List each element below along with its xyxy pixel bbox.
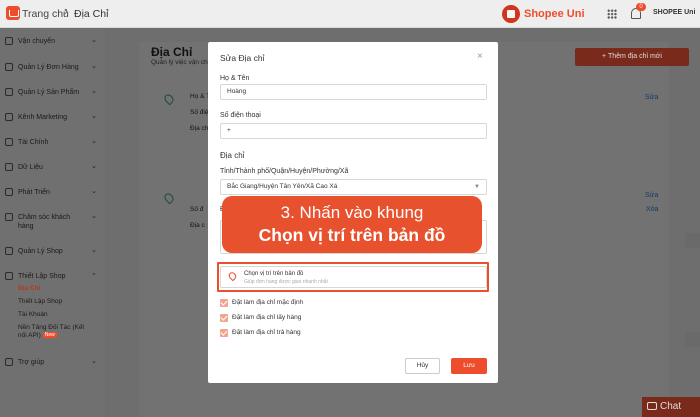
- breadcrumb-home[interactable]: Trang chủ: [22, 8, 69, 20]
- chevron-down-icon: ⌄: [91, 88, 97, 95]
- address-row-address: Địa c: [190, 222, 205, 229]
- sidebar-item-label: Trợ giúp: [18, 359, 45, 366]
- return-address-label: Đặt làm địa chỉ trả hàng: [232, 329, 301, 336]
- sidebar-subitem-address[interactable]: Địa Chỉ: [18, 285, 100, 293]
- chevron-up-icon: ⌄: [91, 271, 97, 278]
- chevron-down-icon: ⌄: [91, 138, 97, 145]
- sidebar-item-customer-care[interactable]: Chăm sóc khách hàng ⌄: [5, 212, 101, 232]
- help-icon: [5, 358, 13, 366]
- sidebar-item-label: Phát Triển: [18, 189, 50, 196]
- tutorial-callout: 3. Nhấn vào khung Chọn vị trí trên bản đ…: [222, 196, 482, 253]
- settings-icon: [5, 272, 13, 280]
- sidebar-item-label: Vận chuyển: [18, 38, 55, 45]
- sidebar-item-label: Kênh Marketing: [18, 114, 68, 121]
- address-row-address: Địa chỉ: [190, 125, 210, 132]
- page-title: Địa Chỉ: [151, 45, 193, 59]
- sidebar-item-label: Thiết Lập Shop: [18, 273, 66, 280]
- sidebar-item-shop-settings[interactable]: Thiết Lập Shop ⌄: [5, 271, 101, 285]
- shop-icon: [5, 247, 13, 255]
- edit-address-link[interactable]: Sửa: [645, 94, 658, 101]
- growth-icon: [5, 188, 13, 196]
- chevron-down-icon: ⌄: [91, 213, 97, 220]
- cancel-button[interactable]: Hủy: [405, 358, 440, 374]
- sidebar-item-label: Tài Chính: [18, 139, 49, 146]
- sidebar-item-growth[interactable]: Phát Triển ⌄: [5, 187, 101, 201]
- address-row-phone: Số đ: [190, 206, 204, 213]
- sidebar-item-marketing[interactable]: Kênh Marketing ⌄: [5, 112, 101, 126]
- page-subtitle: Quản lý việc vận ch: [151, 59, 208, 66]
- default-address-checkbox[interactable]: [220, 299, 228, 307]
- sidebar-item-shop-management[interactable]: Quản Lý Shop ⌄: [5, 246, 101, 260]
- name-field[interactable]: Hoàng: [220, 84, 487, 100]
- chat-icon: [647, 402, 657, 410]
- shopee-home-icon[interactable]: [6, 6, 20, 20]
- sidebar-item-finance[interactable]: Tài Chính ⌄: [5, 137, 101, 151]
- new-badge: New: [42, 332, 57, 339]
- sidebar-subitem-account[interactable]: Tài Khoản: [18, 311, 100, 319]
- chevron-down-icon: ⌄: [91, 163, 97, 170]
- sidebar-item-label: Quản Lý Sản Phẩm: [18, 89, 80, 96]
- chevron-down-icon: ⌄: [91, 63, 97, 70]
- truck-icon: [5, 37, 13, 45]
- shopee-uni-logo-icon[interactable]: [502, 5, 520, 23]
- region-select-value: Bắc Giang/Huyện Tân Yên/Xã Cao Xá: [227, 183, 338, 190]
- sidebar-item-data[interactable]: Dữ Liệu ⌄: [5, 162, 101, 176]
- sidebar-item-help[interactable]: Trợ giúp ⌄: [5, 357, 101, 371]
- chevron-down-icon: ⌄: [91, 37, 97, 44]
- sidebar-item-label: Chăm sóc khách hàng: [18, 214, 71, 230]
- sidebar-item-label: Quản Lý Shop: [18, 248, 63, 255]
- sidebar-item-label: Dữ Liệu: [18, 164, 43, 171]
- sidebar-item-products[interactable]: Quản Lý Sản Phẩm ⌄: [5, 87, 101, 101]
- pickup-address-label: Đặt làm địa chỉ lấy hàng: [232, 314, 302, 321]
- chevron-down-icon: ⌄: [91, 113, 97, 120]
- floating-support-icon[interactable]: [685, 332, 700, 347]
- modal-title: Sửa Địa chỉ: [220, 53, 265, 63]
- chevron-down-icon: ⌄: [91, 188, 97, 195]
- phone-field[interactable]: +: [220, 123, 487, 139]
- bag-icon: [5, 88, 13, 96]
- sidebar-subitem-shop-settings[interactable]: Thiết Lập Shop: [18, 298, 100, 306]
- support-icon: [5, 213, 13, 221]
- breadcrumb-current: Địa Chỉ: [74, 8, 109, 20]
- save-button[interactable]: Lưu: [451, 358, 487, 374]
- notification-count-badge: 0: [636, 3, 646, 11]
- user-account-menu[interactable]: SHOPEE Uni: [653, 9, 695, 16]
- chevron-down-icon: ⌄: [91, 358, 97, 365]
- shopee-uni-link[interactable]: Shopee Uni: [524, 8, 585, 20]
- region-select[interactable]: Bắc Giang/Huyện Tân Yên/Xã Cao Xá ▼: [220, 179, 487, 195]
- apps-grid-icon[interactable]: [607, 9, 617, 19]
- sidebar-subitem-partner-platform[interactable]: Nền Tảng Đối Tác (Kết nối API) New: [18, 324, 90, 340]
- wallet-icon: [5, 138, 13, 146]
- delete-address-link[interactable]: Xóa: [646, 206, 658, 213]
- return-address-checkbox[interactable]: [220, 329, 228, 337]
- chevron-down-icon: ⌄: [91, 247, 97, 254]
- chat-button[interactable]: Chat: [642, 397, 700, 417]
- top-bar: Trang chủ › Địa Chỉ Shopee Uni 0 SHOPEE …: [0, 0, 700, 28]
- phone-label: Số điện thoại: [220, 112, 261, 119]
- sidebar-item-shipping[interactable]: Vận chuyển ⌄: [5, 36, 101, 50]
- add-address-button[interactable]: + Thêm địa chỉ mới: [575, 48, 689, 66]
- tutorial-highlight-frame: [217, 262, 489, 292]
- chat-label: Chat: [660, 401, 682, 412]
- pickup-address-checkbox[interactable]: [220, 314, 228, 322]
- address-section-title: Địa chỉ: [220, 151, 245, 160]
- edit-address-link[interactable]: Sửa: [645, 192, 658, 199]
- chart-icon: [5, 163, 13, 171]
- megaphone-icon: [5, 113, 13, 121]
- callout-line-2: Chọn vị trí trên bản đồ: [258, 225, 446, 245]
- callout-line-1: 3. Nhấn vào khung: [280, 203, 424, 222]
- default-address-label: Đặt làm địa chỉ mặc định: [232, 299, 304, 306]
- clipboard-icon: [5, 63, 13, 71]
- name-label: Họ & Tên: [220, 75, 250, 82]
- breadcrumb-separator: ›: [64, 6, 68, 18]
- floating-stats-icon[interactable]: [685, 233, 700, 248]
- sidebar-item-orders[interactable]: Quản Lý Đơn Hàng ⌄: [5, 62, 101, 76]
- chevron-down-icon: ▼: [474, 184, 480, 190]
- close-icon[interactable]: ×: [477, 51, 483, 62]
- sidebar-item-label: Quản Lý Đơn Hàng: [18, 64, 79, 71]
- region-label: Tỉnh/Thành phố/Quận/Huyện/Phường/Xã: [220, 168, 349, 175]
